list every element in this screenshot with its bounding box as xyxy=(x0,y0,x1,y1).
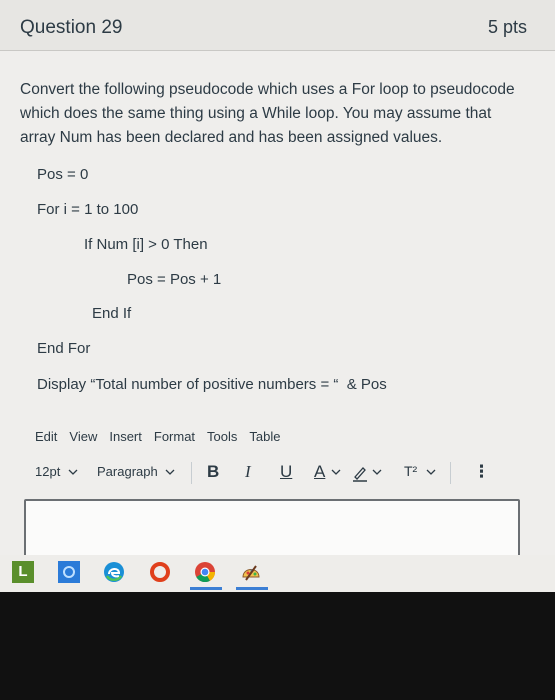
code-line-pos-init: Pos = 0 xyxy=(37,166,89,183)
store-glyph-icon xyxy=(63,566,75,578)
paint-icon[interactable] xyxy=(240,561,262,583)
editor-toolbar: 12pt Paragraph B I U A T² ⋮ xyxy=(35,462,515,484)
toolbar-divider xyxy=(450,462,451,484)
editor-menubar: Edit View Insert Format Tools Table xyxy=(35,429,292,444)
menu-insert[interactable]: Insert xyxy=(109,429,142,444)
chevron-down-icon[interactable] xyxy=(331,469,341,476)
active-app-indicator xyxy=(236,587,268,590)
superscript-button[interactable]: T² xyxy=(404,463,417,479)
bold-button[interactable]: B xyxy=(207,462,219,482)
italic-button[interactable]: I xyxy=(245,462,251,482)
code-line-if: If Num [i] > 0 Then xyxy=(84,236,208,253)
chrome-icon[interactable] xyxy=(194,561,216,583)
store-icon[interactable] xyxy=(58,561,80,583)
text-color-button[interactable]: A xyxy=(314,462,325,482)
code-line-end-if: End If xyxy=(92,305,132,322)
question-header: Question 29 5 pts xyxy=(0,0,555,51)
toolbar-divider xyxy=(191,462,192,484)
chevron-down-icon xyxy=(165,469,175,475)
code-line-display: Display “Total number of positive number… xyxy=(37,376,387,393)
edge-icon[interactable] xyxy=(103,561,125,583)
menu-table[interactable]: Table xyxy=(249,429,280,444)
office-icon[interactable] xyxy=(149,561,171,583)
underline-button[interactable]: U xyxy=(280,462,292,482)
paragraph-select[interactable]: Paragraph xyxy=(97,464,175,479)
chevron-down-icon[interactable] xyxy=(372,469,382,476)
menu-view[interactable]: View xyxy=(69,429,97,444)
paragraph-value: Paragraph xyxy=(97,464,158,479)
code-line-for: For i = 1 to 100 xyxy=(37,201,139,218)
menu-format[interactable]: Format xyxy=(154,429,195,444)
active-app-indicator xyxy=(190,587,222,590)
menu-edit[interactable]: Edit xyxy=(35,429,57,444)
chevron-down-icon xyxy=(68,469,78,475)
app-l-icon[interactable]: L xyxy=(12,561,34,583)
screen: Question 29 5 pts Convert the following … xyxy=(0,0,555,592)
question-points: 5 pts xyxy=(487,17,527,37)
monitor-bezel xyxy=(0,592,555,700)
code-line-increment: Pos = Pos + 1 xyxy=(127,271,222,288)
chevron-down-icon[interactable] xyxy=(426,469,436,476)
highlight-pen-icon[interactable] xyxy=(351,464,369,482)
question-body: Convert the following pseudocode which u… xyxy=(20,78,530,150)
taskbar: L xyxy=(0,555,555,592)
font-size-value: 12pt xyxy=(35,464,61,479)
font-size-select[interactable]: 12pt xyxy=(35,464,78,479)
code-line-end-for: End For xyxy=(37,340,91,357)
question-prompt: Convert the following pseudocode which u… xyxy=(20,81,515,146)
question-title: Question 29 xyxy=(20,17,123,38)
more-options-button[interactable]: ⋮ xyxy=(473,462,490,482)
menu-tools[interactable]: Tools xyxy=(207,429,237,444)
